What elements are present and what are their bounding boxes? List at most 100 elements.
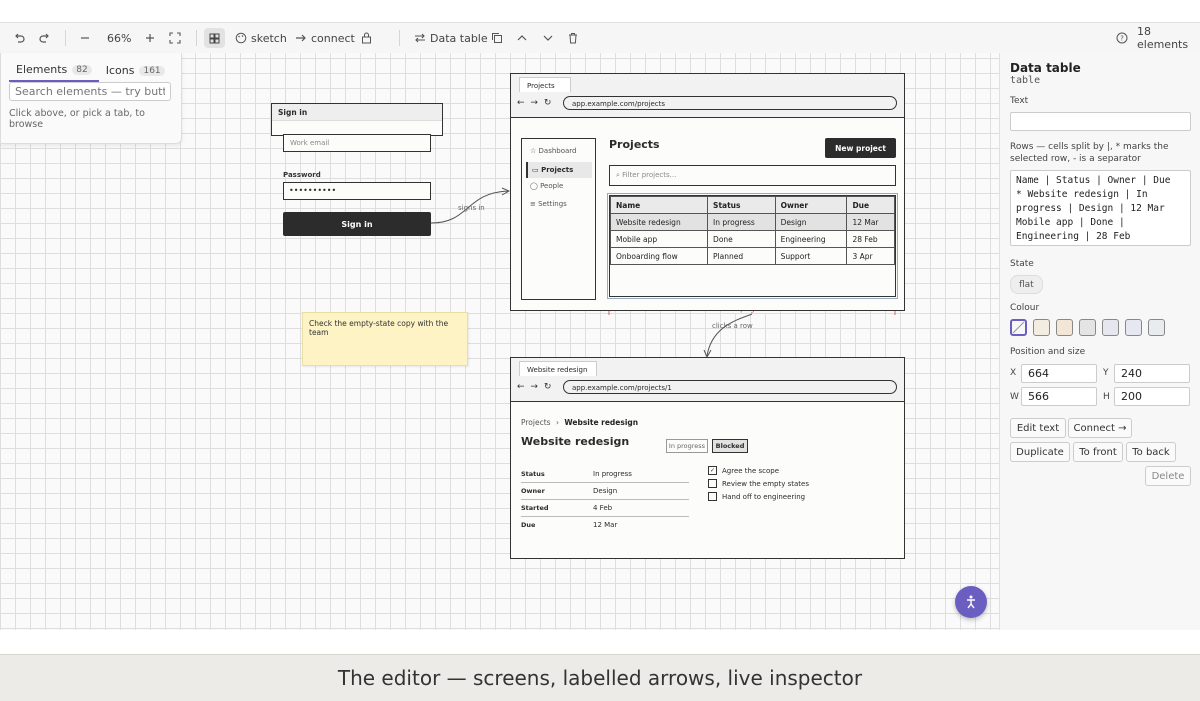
fit-screen-button[interactable]	[169, 23, 181, 53]
field-row: Owner Design	[521, 483, 689, 500]
delete-button[interactable]: Delete	[1145, 466, 1191, 486]
colour-swatch[interactable]	[1102, 319, 1119, 336]
edit-text-button[interactable]: Edit text	[1010, 418, 1066, 438]
sidebar-item-settings[interactable]: ≡ Settings	[530, 200, 567, 208]
colour-swatch[interactable]	[1125, 319, 1142, 336]
field-label: Started	[521, 504, 549, 512]
table-row[interactable]: Onboarding flow Planned Support 3 Apr	[609, 247, 895, 265]
zoom-out-button[interactable]	[79, 23, 91, 53]
arrow-right-icon	[296, 34, 306, 42]
new-project-button[interactable]: New project	[825, 138, 896, 158]
inspector-type: table	[1010, 75, 1041, 86]
clicks-row-label[interactable]: clicks a row	[712, 322, 753, 330]
field-value: In progress	[593, 470, 632, 478]
status-toggle-blocked[interactable]: Blocked	[712, 439, 748, 453]
detail-screen[interactable]: Website redesign ← → ↻ app.example.com/p…	[510, 357, 905, 559]
checkbox-icon[interactable]	[708, 492, 717, 501]
w-input[interactable]: 566	[1021, 387, 1097, 406]
text-input[interactable]	[1010, 112, 1191, 131]
rows-textarea[interactable]: Name | Status | Owner | Due * Website re…	[1010, 170, 1191, 246]
state-chip[interactable]: flat	[1010, 275, 1043, 294]
address-bar[interactable]: app.example.com/projects	[563, 96, 897, 110]
lock-button[interactable]	[361, 23, 372, 53]
grid-toggle-button[interactable]	[204, 28, 225, 48]
table-header: Name	[609, 196, 709, 214]
caption: The editor — screens, labelled arrows, l…	[0, 654, 1200, 701]
back-arrow-icon[interactable]: ←	[517, 98, 525, 108]
status-toggle-in-progress[interactable]: In progress	[666, 439, 708, 453]
breadcrumb-root[interactable]: Projects	[521, 418, 551, 427]
forward-arrow-icon[interactable]: →	[530, 98, 538, 108]
element-search-input[interactable]	[9, 82, 171, 101]
chevron-right-icon: ›	[555, 418, 559, 427]
checkbox-checked-icon[interactable]: ✓	[708, 466, 717, 475]
move-up-button[interactable]	[516, 23, 528, 53]
checklist-item[interactable]: ✓ Agree the scope	[708, 464, 809, 477]
to-back-button[interactable]: To back	[1126, 442, 1176, 462]
signs-in-label[interactable]: signs in	[458, 204, 485, 212]
field-row: Started 4 Feb	[521, 500, 689, 517]
sticky-note[interactable]: Check the empty-state copy with the team	[302, 312, 468, 366]
tab-elements[interactable]: Elements 82	[9, 63, 99, 82]
sidebar-item-dashboard[interactable]: ☆ Dashboard	[530, 147, 577, 155]
address-bar[interactable]: app.example.com/projects/1	[563, 380, 897, 394]
duplicate-button[interactable]: Duplicate	[1010, 442, 1070, 462]
move-down-button[interactable]	[542, 23, 554, 53]
colour-swatch[interactable]	[1148, 319, 1165, 336]
table-cell: In progress	[707, 213, 776, 231]
sidebar-item-label: Projects	[541, 166, 574, 174]
table-header: Due	[846, 196, 895, 214]
toolbar: 66% sketch connect Data table ? 18 eleme…	[0, 23, 1200, 54]
colour-swatch[interactable]	[1033, 319, 1050, 336]
reload-icon[interactable]: ↻	[544, 382, 552, 392]
filter-projects-input[interactable]: ⌕ Filter projects...	[609, 165, 896, 186]
undo-button[interactable]	[12, 23, 26, 53]
table-row[interactable]: Mobile app Done Engineering 28 Feb	[609, 230, 895, 248]
to-front-button[interactable]: To front	[1073, 442, 1123, 462]
clicks-row-arrow	[706, 313, 753, 357]
redo-button[interactable]	[38, 23, 52, 53]
sidebar-item-people[interactable]: ◯ People	[530, 182, 563, 190]
reload-icon[interactable]: ↻	[544, 98, 552, 108]
checkbox-icon[interactable]	[708, 479, 717, 488]
help-button[interactable]: ?	[1116, 23, 1128, 53]
connect-tool-button[interactable]: connect	[295, 32, 355, 45]
back-arrow-icon[interactable]: ←	[517, 382, 525, 392]
nav-controls[interactable]: ← → ↻	[517, 98, 551, 108]
connect-button[interactable]: Connect →	[1068, 418, 1132, 438]
zoom-in-button[interactable]	[144, 23, 156, 53]
duplicate-icon-button[interactable]	[491, 23, 503, 53]
sidebar-item-projects[interactable]: ▭ Projects	[526, 162, 592, 178]
field-label: Due	[521, 521, 536, 529]
colour-swatch-none[interactable]	[1010, 319, 1027, 336]
h-input[interactable]: 200	[1114, 387, 1190, 406]
table-header-row: Name Status Owner Due	[609, 196, 895, 214]
table-cell: Done	[707, 230, 776, 248]
tab-icons[interactable]: Icons 161	[99, 63, 172, 82]
browser-tab[interactable]: Website redesign	[519, 361, 597, 376]
browser-chrome: Website redesign ← → ↻ app.example.com/p…	[511, 358, 904, 402]
table-header: Owner	[774, 196, 848, 214]
zoom-level[interactable]: 66%	[107, 23, 131, 53]
checklist-item[interactable]: Review the empty states	[708, 477, 809, 490]
table-row[interactable]: Website redesign In progress Design 12 M…	[609, 213, 895, 231]
field-value: 4 Feb	[593, 504, 613, 512]
browser-tab[interactable]: Projects	[519, 77, 571, 92]
sliders-icon: ≡	[530, 200, 536, 208]
x-input[interactable]: 664	[1021, 364, 1097, 383]
checklist-label: Hand off to engineering	[722, 492, 806, 501]
data-table-selected[interactable]: Name Status Owner Due Website redesign I…	[607, 193, 898, 299]
element-type-button[interactable]: Data table	[414, 32, 488, 45]
accessibility-fab[interactable]	[955, 586, 987, 618]
colour-swatch[interactable]	[1056, 319, 1073, 336]
field-value: Design	[593, 487, 618, 495]
projects-screen[interactable]: Projects ← → ↻ app.example.com/projects …	[510, 73, 905, 311]
nav-controls[interactable]: ← → ↻	[517, 382, 551, 392]
forward-arrow-icon[interactable]: →	[530, 382, 538, 392]
y-input[interactable]: 240	[1114, 364, 1190, 383]
colour-swatch[interactable]	[1079, 319, 1096, 336]
delete-icon-button[interactable]	[567, 23, 579, 53]
sketch-toggle-button[interactable]: sketch	[235, 32, 287, 45]
table-cell: 28 Feb	[846, 230, 895, 248]
checklist-item[interactable]: Hand off to engineering	[708, 490, 809, 503]
